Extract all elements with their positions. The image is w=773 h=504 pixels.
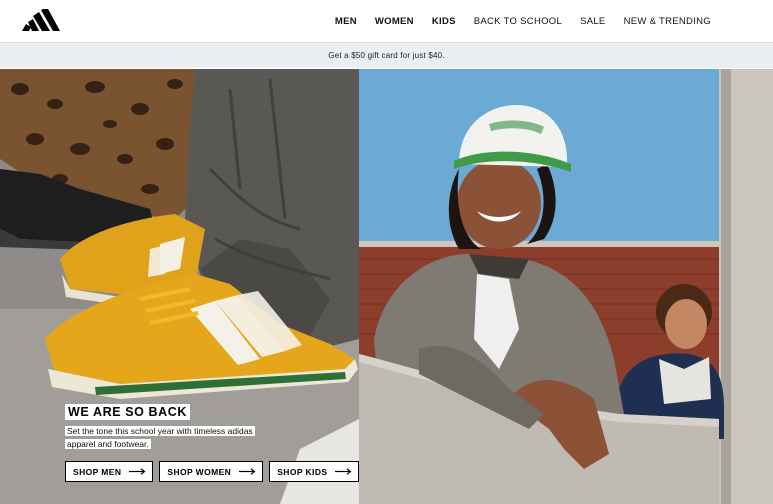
shop-men-button[interactable]: SHOP MEN (65, 461, 154, 482)
nav-women[interactable]: WOMEN (375, 16, 414, 27)
site-header: MEN WOMEN KIDS BACK TO SCHOOL SALE NEW &… (0, 0, 773, 42)
hero-cta-group: SHOP MEN SHOP WOMEN SHOP KIDS (65, 461, 360, 482)
arrow-right-icon (239, 468, 256, 475)
arrow-right-icon (335, 468, 352, 475)
nav-back-to-school[interactable]: BACK TO SCHOOL (474, 16, 562, 27)
adidas-logo[interactable] (22, 9, 60, 31)
nav-sale[interactable]: SALE (580, 16, 606, 27)
shop-kids-button[interactable]: SHOP KIDS (269, 461, 360, 482)
hero-subline-2: apparel and footwear. (65, 439, 151, 449)
nav-men[interactable]: MEN (335, 16, 357, 27)
main-nav: MEN WOMEN KIDS BACK TO SCHOOL SALE NEW &… (317, 0, 711, 42)
hero-copy: WE ARE SO BACK Set the tone this school … (65, 403, 360, 482)
students-photo[interactable] (359, 69, 773, 504)
shop-women-button[interactable]: SHOP WOMEN (159, 461, 264, 482)
hero-section: WE ARE SO BACK Set the tone this school … (0, 69, 773, 504)
hero-headline: WE ARE SO BACK (65, 404, 191, 420)
promo-text: Get a $50 gift card for just $40. (328, 51, 445, 60)
hero-subline-1: Set the tone this school year with timel… (65, 426, 255, 436)
nav-kids[interactable]: KIDS (432, 16, 456, 27)
nav-new-trending[interactable]: NEW & TRENDING (624, 16, 711, 27)
shop-men-label: SHOP MEN (73, 466, 122, 477)
shop-kids-label: SHOP KIDS (277, 466, 328, 477)
shop-women-label: SHOP WOMEN (167, 466, 232, 477)
arrow-right-icon (129, 468, 146, 475)
promo-banner[interactable]: Get a $50 gift card for just $40. (0, 42, 773, 68)
hero-subline: Set the tone this school year with timel… (65, 425, 275, 451)
